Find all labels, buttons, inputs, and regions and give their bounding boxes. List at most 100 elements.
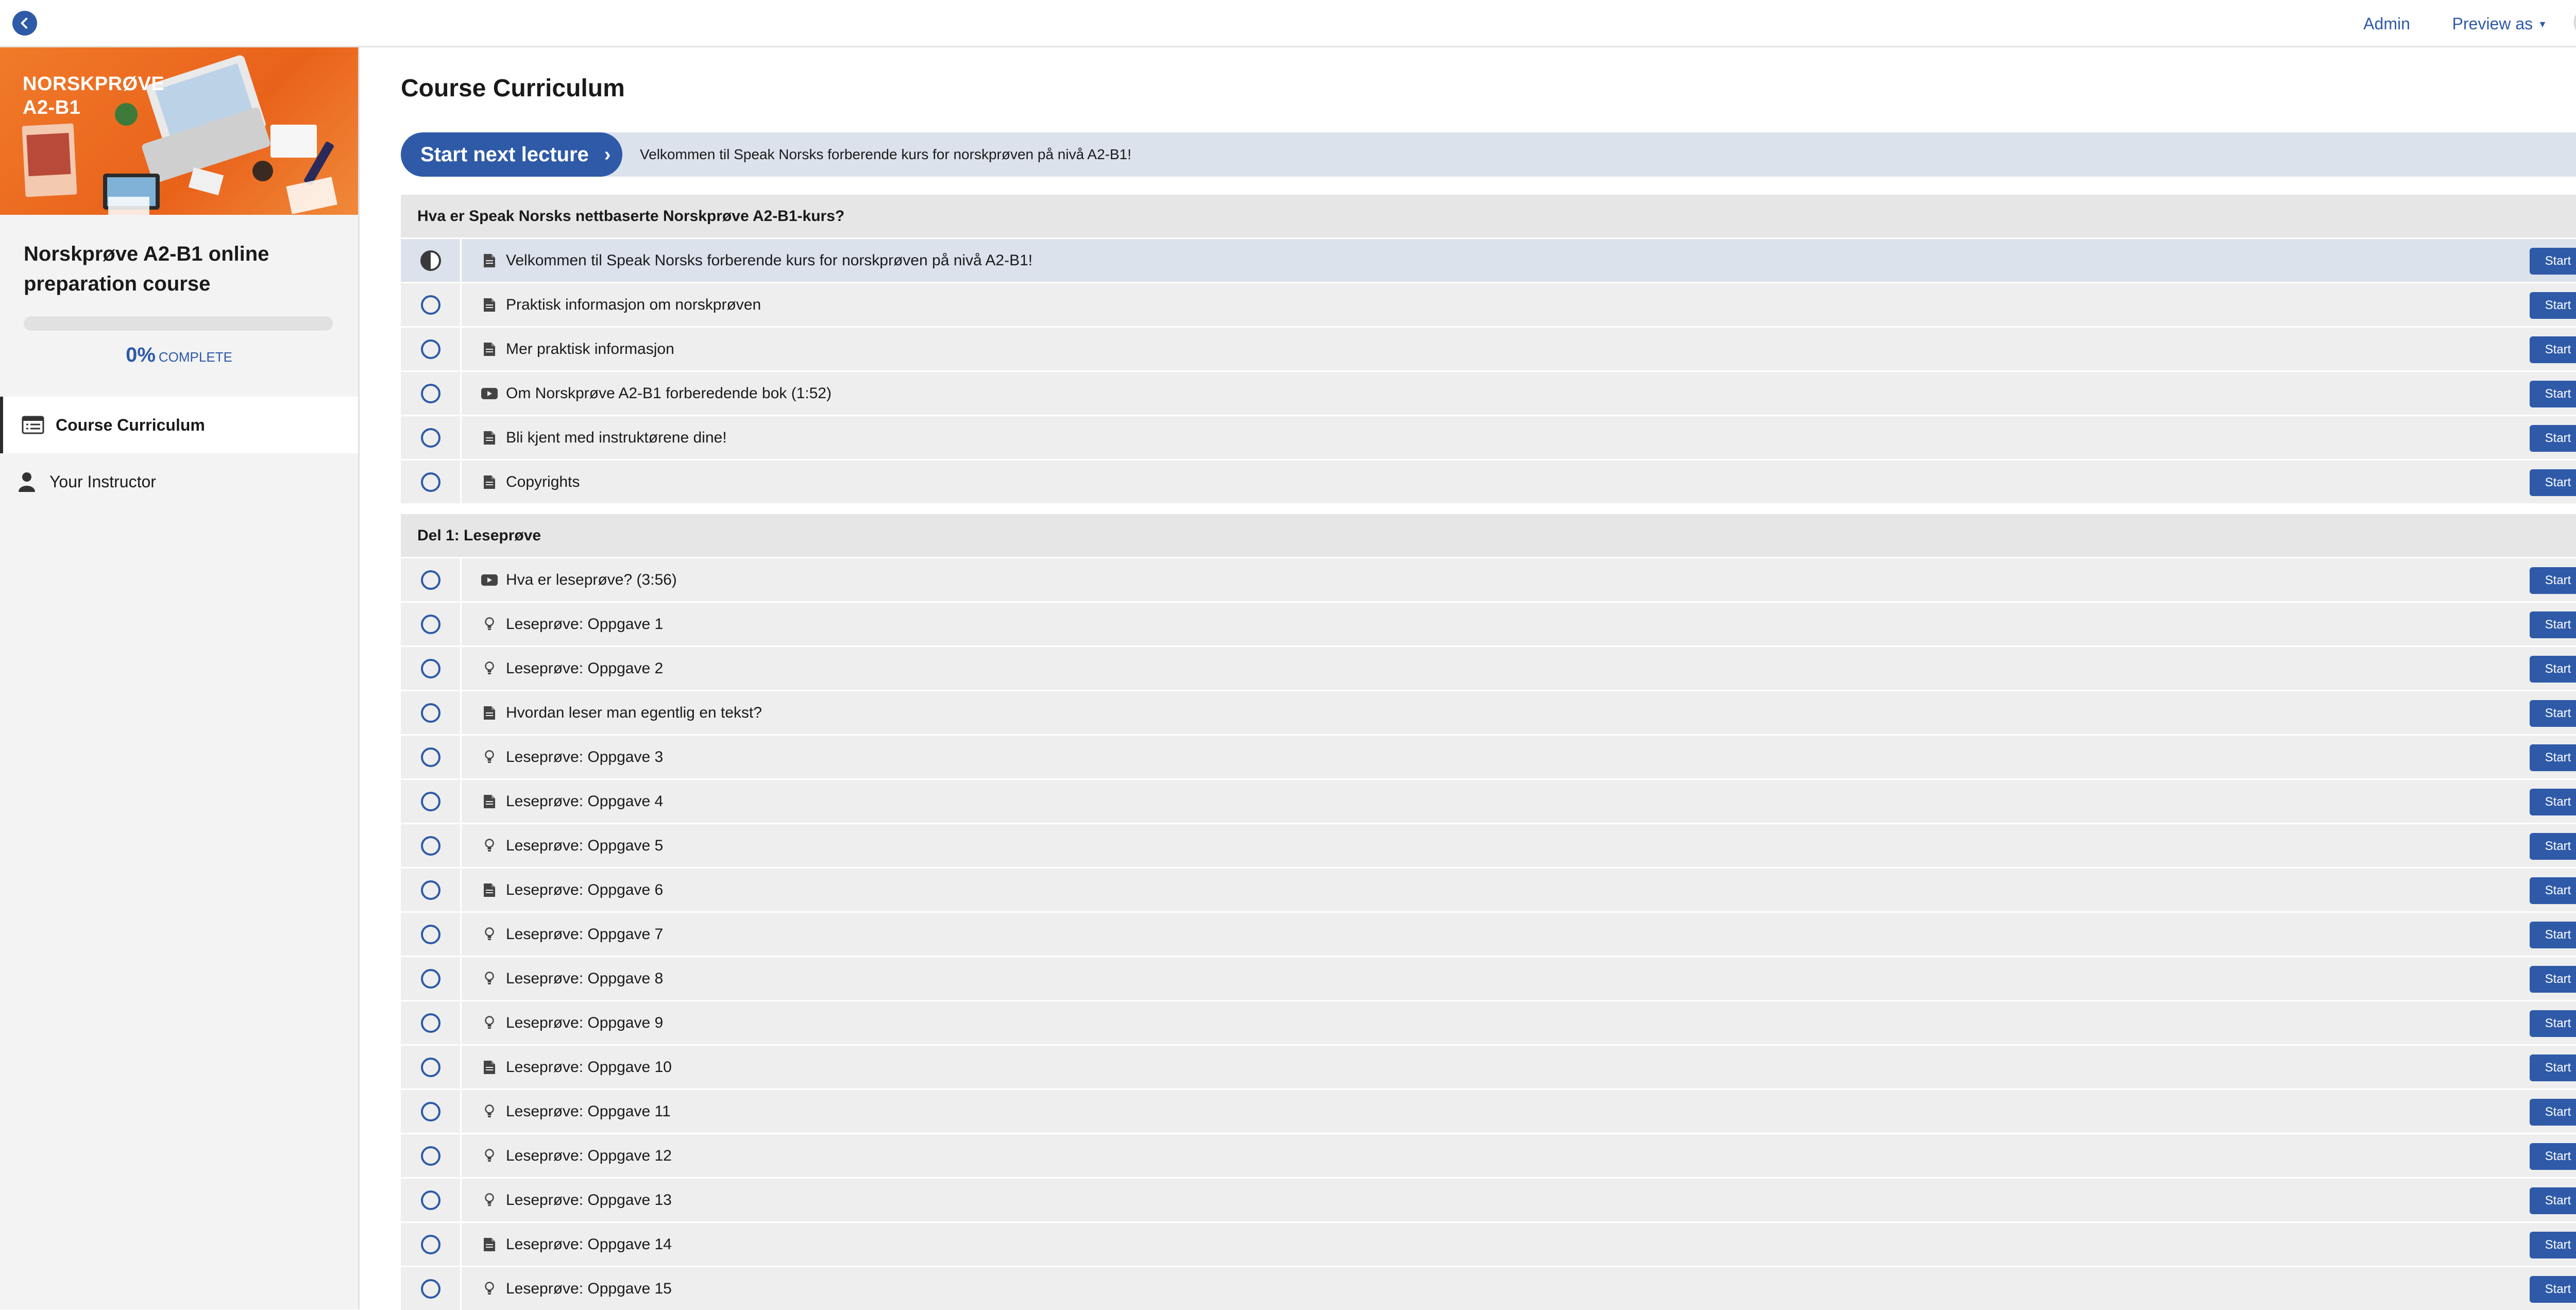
lecture-row[interactable]: Om Norskprøve A2-B1 forberedende bok (1:… — [401, 370, 2576, 415]
video-icon — [480, 384, 499, 403]
lecture-title: Hva er leseprøve? (3:56) — [506, 571, 677, 588]
lecture-start-button[interactable]: Start — [2530, 567, 2576, 594]
progress-bar — [24, 316, 333, 331]
lecture-start-button[interactable]: Start — [2530, 1010, 2576, 1037]
lecture-row[interactable]: Hva er leseprøve? (3:56) Start — [401, 557, 2576, 601]
document-icon — [480, 881, 499, 899]
lecture-start-button[interactable]: Start — [2530, 1276, 2576, 1303]
caret-down-icon: ▼ — [2538, 19, 2547, 29]
lecture-title: Leseprøve: Oppgave 12 — [506, 1147, 672, 1164]
lecture-start-button[interactable]: Start — [2530, 700, 2576, 727]
lecture-start-button[interactable]: Start — [2530, 611, 2576, 638]
not-started-status-icon — [420, 1146, 440, 1166]
not-started-status-icon — [420, 428, 440, 448]
lecture-title: Om Norskprøve A2-B1 forberedende bok (1:… — [506, 384, 832, 402]
lecture-start-button[interactable]: Start — [2530, 292, 2576, 319]
lecture-start-button[interactable]: Start — [2530, 336, 2576, 363]
document-icon — [480, 251, 499, 270]
lecture-title: Velkommen til Speak Norsks forberende ku… — [506, 251, 1033, 269]
lecture-row[interactable]: Leseprøve: Oppgave 4 Start — [401, 778, 2576, 823]
lecture-status-cell — [401, 1090, 462, 1133]
lecture-start-button[interactable]: Start — [2530, 1099, 2576, 1126]
chevron-left-icon — [21, 18, 28, 29]
quiz-bulb-icon — [480, 615, 499, 634]
preview-as-dropdown[interactable]: Preview as ▼ — [2452, 14, 2547, 33]
lecture-status-cell — [401, 283, 462, 326]
start-next-lecture-button[interactable]: Start next lecture › — [401, 132, 622, 177]
not-started-status-icon — [420, 1190, 440, 1210]
admin-link[interactable]: Admin — [2363, 14, 2410, 33]
lecture-start-button[interactable]: Start — [2530, 1143, 2576, 1170]
lecture-row[interactable]: Bli kjent med instruktørene dine! Start — [401, 415, 2576, 459]
lecture-start-button[interactable]: Start — [2530, 248, 2576, 275]
lecture-row[interactable]: Leseprøve: Oppgave 12 Start — [401, 1133, 2576, 1177]
lecture-status-cell — [401, 416, 462, 459]
lecture-row[interactable]: Leseprøve: Oppgave 13 Start — [401, 1177, 2576, 1221]
section-header: Del 1: Leseprøve — [401, 514, 2576, 557]
quiz-bulb-icon — [480, 1280, 499, 1298]
lecture-row[interactable]: Leseprøve: Oppgave 11 Start — [401, 1088, 2576, 1133]
lecture-status-cell — [401, 1223, 462, 1266]
sidebar: NORSKPRØVE A2-B1 Norskprøve A2-B1 online… — [0, 47, 360, 1309]
not-started-status-icon — [420, 836, 440, 856]
lecture-start-button[interactable]: Start — [2530, 381, 2576, 407]
video-icon — [480, 571, 499, 589]
lecture-status-cell — [401, 780, 462, 823]
lecture-title: Leseprøve: Oppgave 7 — [506, 925, 664, 943]
nav-course-curriculum[interactable]: Course Curriculum — [0, 397, 358, 453]
lecture-row[interactable]: Leseprøve: Oppgave 8 Start — [401, 956, 2576, 1000]
lecture-title: Bli kjent med instruktørene dine! — [506, 429, 727, 446]
lecture-row[interactable]: Praktisk informasjon om norskprøven Start — [401, 282, 2576, 326]
lecture-start-button[interactable]: Start — [2530, 744, 2576, 771]
lecture-row[interactable]: Velkommen til Speak Norsks forberende ku… — [401, 237, 2576, 282]
start-next-lecture-label: Start next lecture — [420, 143, 589, 166]
lecture-start-button[interactable]: Start — [2530, 966, 2576, 993]
lecture-title: Copyrights — [506, 473, 580, 490]
lecture-row[interactable]: Leseprøve: Oppgave 2 Start — [401, 645, 2576, 690]
lecture-start-button[interactable]: Start — [2530, 877, 2576, 904]
nav-your-instructor[interactable]: Your Instructor — [0, 453, 358, 510]
not-started-status-icon — [420, 1101, 440, 1121]
lecture-start-button[interactable]: Start — [2530, 1232, 2576, 1258]
lecture-row[interactable]: Leseprøve: Oppgave 5 Start — [401, 823, 2576, 867]
quiz-bulb-icon — [480, 1014, 499, 1032]
lecture-start-button[interactable]: Start — [2530, 656, 2576, 683]
lecture-row[interactable]: Leseprøve: Oppgave 3 Start — [401, 734, 2576, 778]
lecture-row[interactable]: Copyrights Start — [401, 459, 2576, 503]
not-started-status-icon — [420, 472, 440, 492]
lecture-start-button[interactable]: Start — [2530, 469, 2576, 496]
chevron-right-icon: › — [604, 143, 611, 165]
lecture-row[interactable]: Leseprøve: Oppgave 6 Start — [401, 867, 2576, 911]
progress-label: 0% COMPLETE — [0, 344, 358, 367]
not-started-status-icon — [420, 1013, 440, 1033]
lecture-title: Leseprøve: Oppgave 14 — [506, 1235, 672, 1253]
curriculum-list-icon — [21, 413, 45, 437]
lecture-row[interactable]: Leseprøve: Oppgave 1 Start — [401, 601, 2576, 645]
back-button[interactable] — [12, 11, 37, 36]
lecture-status-cell — [401, 1267, 462, 1310]
lecture-start-button[interactable]: Start — [2530, 425, 2576, 452]
lecture-row[interactable]: Leseprøve: Oppgave 15 Start — [401, 1266, 2576, 1310]
lecture-status-cell — [401, 647, 462, 690]
lecture-row[interactable]: Leseprøve: Oppgave 10 Start — [401, 1044, 2576, 1088]
not-started-status-icon — [420, 614, 440, 634]
avatar[interactable] — [2574, 6, 2576, 38]
lecture-row[interactable]: Leseprøve: Oppgave 9 Start — [401, 1000, 2576, 1044]
lecture-start-button[interactable]: Start — [2530, 1187, 2576, 1214]
page-title: Course Curriculum — [401, 75, 625, 102]
lecture-start-button[interactable]: Start — [2530, 922, 2576, 948]
lecture-row[interactable]: Leseprøve: Oppgave 7 Start — [401, 911, 2576, 956]
document-icon — [480, 704, 499, 722]
lecture-start-button[interactable]: Start — [2530, 789, 2576, 815]
lecture-start-button[interactable]: Start — [2530, 1054, 2576, 1081]
lecture-row[interactable]: Leseprøve: Oppgave 14 Start — [401, 1221, 2576, 1266]
lecture-title: Leseprøve: Oppgave 8 — [506, 969, 664, 987]
lecture-status-cell — [401, 736, 462, 778]
lecture-row[interactable]: Hvordan leser man egentlig en tekst? Star… — [401, 690, 2576, 734]
lecture-row[interactable]: Mer praktisk informasjon Start — [401, 326, 2576, 370]
top-bar: Admin Preview as ▼ — [0, 0, 2576, 47]
lecture-status-cell — [401, 957, 462, 1000]
lecture-start-button[interactable]: Start — [2530, 833, 2576, 860]
not-started-status-icon — [420, 1279, 440, 1299]
lecture-title: Leseprøve: Oppgave 1 — [506, 615, 664, 633]
